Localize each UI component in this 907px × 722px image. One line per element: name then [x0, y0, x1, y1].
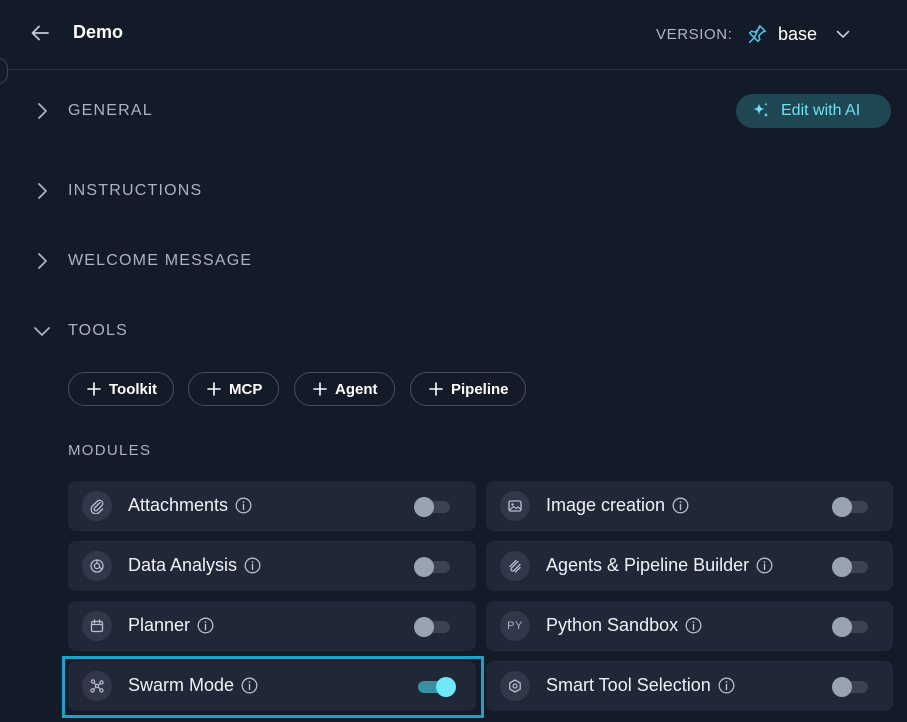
chip-label: Agent: [335, 380, 378, 398]
add-pipeline-button[interactable]: Pipeline: [410, 372, 526, 406]
module-toggle-swarm-mode[interactable]: [418, 677, 456, 697]
info-icon[interactable]: [235, 497, 252, 514]
add-agent-button[interactable]: Agent: [294, 372, 395, 406]
module-toggle-python-sandbox[interactable]: [832, 617, 868, 637]
chevron-down-icon: [30, 319, 54, 343]
chip-label: Toolkit: [109, 380, 158, 398]
paperclip-icon: [82, 491, 112, 521]
plus-icon: [87, 382, 101, 396]
section-tools[interactable]: TOOLS: [30, 317, 128, 345]
info-icon[interactable]: [718, 677, 735, 694]
calendar-icon: [82, 611, 112, 641]
version-value: base: [778, 23, 818, 44]
swarm-icon: [82, 671, 112, 701]
module-card-planner: Planner: [68, 601, 476, 651]
info-icon[interactable]: [241, 677, 258, 694]
info-icon[interactable]: [756, 557, 773, 574]
module-toggle-data-analysis[interactable]: [414, 557, 450, 577]
module-card-smart-tool-selection: Smart Tool Selection: [486, 661, 893, 711]
edit-with-ai-label: Edit with AI: [781, 102, 861, 119]
section-title: WELCOME MESSAGE: [68, 252, 253, 269]
module-card-image-creation: Image creation: [486, 481, 893, 531]
chevron-right-icon: [30, 249, 54, 273]
section-title: GENERAL: [68, 102, 153, 119]
builder-icon: [500, 551, 530, 581]
plus-icon: [313, 382, 327, 396]
module-card-python-sandbox: PY Python Sandbox: [486, 601, 893, 651]
add-mcp-button[interactable]: MCP: [188, 372, 280, 406]
sparkle-icon: [753, 102, 769, 118]
version-select[interactable]: base: [746, 20, 851, 48]
module-card-swarm-mode: Swarm Mode: [68, 661, 476, 711]
section-title: INSTRUCTIONS: [68, 182, 203, 199]
python-icon: PY: [500, 611, 530, 641]
chevron-down-icon: [835, 26, 851, 42]
edit-with-ai-button[interactable]: Edit with AI: [736, 94, 891, 128]
info-icon[interactable]: [672, 497, 689, 514]
version-label: VERSION:: [656, 26, 733, 43]
module-name: Data Analysis: [128, 555, 261, 576]
module-name: Smart Tool Selection: [546, 675, 735, 696]
module-toggle-image-creation[interactable]: [832, 497, 868, 517]
module-name: Swarm Mode: [128, 675, 258, 696]
module-toggle-attachments[interactable]: [414, 497, 450, 517]
info-icon[interactable]: [244, 557, 261, 574]
module-toggle-planner[interactable]: [414, 617, 450, 637]
module-name: Image creation: [546, 495, 689, 516]
module-name: Attachments: [128, 495, 252, 516]
plus-icon: [429, 382, 443, 396]
module-card-agents-pipeline-builder: Agents & Pipeline Builder: [486, 541, 893, 591]
info-icon[interactable]: [685, 617, 702, 634]
section-welcome-message[interactable]: WELCOME MESSAGE: [30, 247, 252, 275]
section-instructions[interactable]: INSTRUCTIONS: [30, 177, 202, 205]
back-button[interactable]: [28, 21, 52, 45]
section-general[interactable]: GENERAL: [30, 97, 153, 125]
chart-icon: [82, 551, 112, 581]
page: Demo VERSION: base GENERAL Edit with AI: [0, 0, 907, 722]
image-icon: [500, 491, 530, 521]
module-name: Python Sandbox: [546, 615, 702, 636]
module-name: Agents & Pipeline Builder: [546, 555, 773, 576]
chevron-right-icon: [30, 99, 54, 123]
plus-icon: [207, 382, 221, 396]
add-toolkit-button[interactable]: Toolkit: [68, 372, 175, 406]
arrow-left-icon: [31, 25, 49, 41]
pin-icon: [748, 24, 767, 44]
module-card-data-analysis: Data Analysis: [68, 541, 476, 591]
header: Demo VERSION: base: [0, 0, 907, 70]
section-title: TOOLS: [68, 322, 128, 339]
info-icon[interactable]: [197, 617, 214, 634]
module-toggle-smart-tool-selection[interactable]: [832, 677, 868, 697]
module-card-attachments: Attachments: [68, 481, 476, 531]
page-title: Demo: [73, 22, 124, 42]
module-toggle-agents-pipeline-builder[interactable]: [832, 557, 868, 577]
hexagon-icon: [500, 671, 530, 701]
chip-label: Pipeline: [451, 380, 509, 398]
module-name: Planner: [128, 615, 214, 636]
chevron-right-icon: [30, 179, 54, 203]
modules-title: MODULES: [68, 442, 152, 459]
chip-label: MCP: [229, 380, 263, 398]
